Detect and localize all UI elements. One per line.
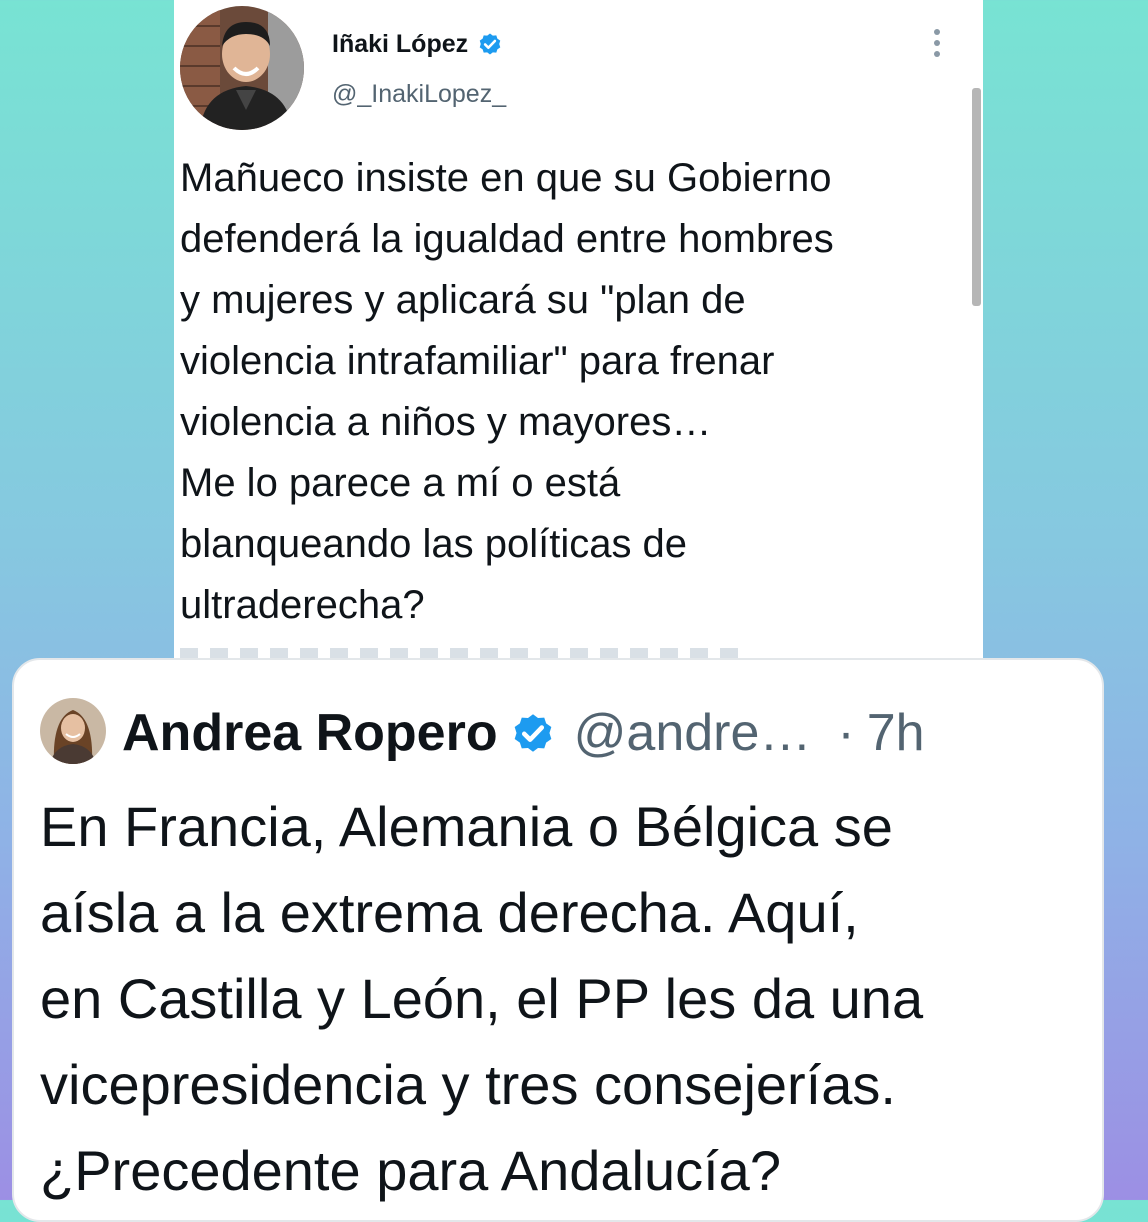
separator-dot: · xyxy=(837,704,855,762)
author-name[interactable]: Iñaki López xyxy=(332,30,468,59)
scrollbar[interactable] xyxy=(972,88,981,306)
avatar-photo-icon xyxy=(40,698,106,764)
author-handle[interactable]: @andre… xyxy=(574,703,812,763)
more-vertical-icon[interactable] xyxy=(927,26,947,62)
tweet-card-inaki-lopez: Iñaki López @_InakiLopez_ Mañueco insist… xyxy=(174,0,983,660)
verified-badge-icon xyxy=(508,708,558,758)
author-name-row: Iñaki López xyxy=(332,26,504,62)
author-handle[interactable]: @_InakiLopez_ xyxy=(332,80,506,109)
verified-badge-icon xyxy=(476,30,504,58)
tweet-text: En Francia, Alemania o Bélgica se aísla … xyxy=(40,795,924,1202)
avatar-photo-icon xyxy=(180,6,304,130)
avatar[interactable] xyxy=(40,698,106,764)
tweet-card-andrea-ropero: Andrea Ropero @andre… · 7h En Francia, A… xyxy=(12,658,1104,1222)
tweet-header: Andrea Ropero @andre… · 7h xyxy=(122,698,925,768)
tweet-text: Mañueco insiste en que su Gobierno defen… xyxy=(180,156,834,627)
tweet-timestamp[interactable]: 7h xyxy=(867,703,925,763)
cut-off-text-line xyxy=(180,648,740,658)
avatar[interactable] xyxy=(180,6,304,130)
author-name[interactable]: Andrea Ropero xyxy=(122,703,498,763)
